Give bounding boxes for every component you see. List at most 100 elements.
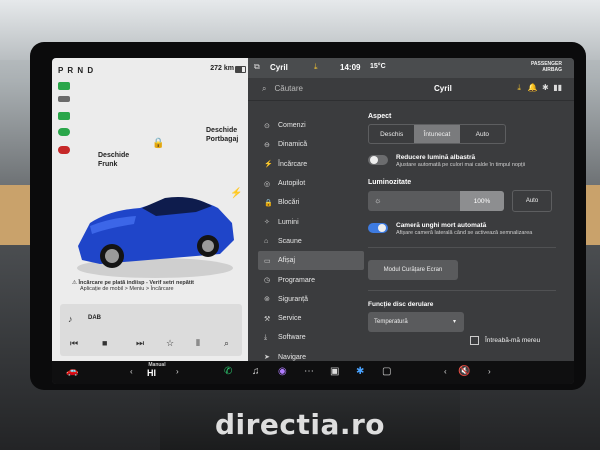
stop-icon[interactable]: ■: [102, 338, 107, 348]
volume-up-chevron-icon[interactable]: ›: [488, 367, 491, 376]
nav-item-7[interactable]: ▭ Afișaj: [258, 251, 364, 271]
always-ask-checkbox[interactable]: Întreabă-mă mereu: [470, 336, 540, 345]
nav-item-0[interactable]: ⊙ Comenzi: [258, 116, 364, 135]
scroll-wheel-value: Temperatură: [374, 319, 408, 325]
lock-icon: 🔒: [264, 199, 273, 207]
car-icon[interactable]: 🚗: [66, 366, 78, 377]
nav-item-1[interactable]: ⊖ Dinamică: [258, 135, 364, 154]
climate-temperature[interactable]: HI: [147, 368, 156, 378]
next-icon[interactable]: ⏭: [136, 338, 144, 349]
dashcam-icon[interactable]: ▣: [330, 366, 339, 377]
checkbox-box[interactable]: [470, 336, 479, 345]
music-note-icon: ♪: [68, 314, 73, 324]
headlight-icon: [58, 82, 70, 90]
brightness-value: 100%: [460, 191, 504, 211]
aspect-option-light[interactable]: Deschis: [369, 125, 414, 143]
lock-icon[interactable]: 🔒: [152, 138, 164, 149]
settings-topbar: ⌕ Căutare Cyril ⤓ 🔔 ✱ ▮▮: [248, 78, 574, 101]
display-icon: ▭: [264, 257, 271, 265]
previous-icon[interactable]: ⏮: [70, 338, 78, 349]
gear-indicator: P R N D: [58, 66, 95, 75]
toggle-icon: ⊙: [264, 122, 270, 130]
bluetooth-icon[interactable]: ✱: [542, 83, 549, 92]
nav-item-9[interactable]: ⊚ Siguranță: [258, 290, 364, 309]
nav-item-11[interactable]: ⤓ Software: [258, 328, 364, 347]
display-settings: Aspect Deschis Întunecat Auto Reducere l…: [368, 113, 558, 332]
mute-icon[interactable]: 🔇: [458, 366, 470, 377]
brightness-auto-button[interactable]: Auto: [512, 190, 552, 212]
window-icon: ⧉: [254, 62, 260, 71]
search-field[interactable]: ⌕ Căutare: [262, 84, 303, 94]
nav-item-6[interactable]: ⌂ Scaune: [258, 232, 364, 251]
car-panel: P R N D 272 km Deschide Frunk Deschide P…: [52, 58, 248, 361]
brightness-row: ☼ 100% Auto: [368, 190, 558, 212]
bluetooth-icon[interactable]: ✱: [356, 366, 364, 377]
search-icon: ⌕: [262, 84, 267, 93]
status-strip: ⧉ Cyril ⤓ 14:09 15°C PASSENGER AIRBAG: [248, 58, 574, 78]
volume-down-chevron-icon[interactable]: ‹: [444, 367, 447, 376]
temp-down-chevron-icon[interactable]: ‹: [130, 367, 133, 376]
nav-item-label: Autopilot: [278, 180, 306, 188]
brightness-heading: Luminozitate: [368, 179, 412, 186]
tire-pressure-icon: [58, 128, 70, 136]
fog-light-icon: [58, 96, 70, 102]
open-trunk-button[interactable]: Deschide Portbagaj: [206, 126, 246, 144]
nav-item-10[interactable]: ⚒ Service: [258, 309, 364, 328]
nav-item-label: Programare: [278, 276, 315, 284]
calendar-icon[interactable]: ▢: [382, 366, 391, 377]
search-placeholder: Căutare: [274, 84, 303, 93]
section-divider: [368, 290, 556, 291]
section-divider: [368, 247, 556, 248]
status-user[interactable]: Cyril: [270, 63, 288, 72]
aspect-option-auto[interactable]: Auto: [460, 125, 505, 143]
nav-item-label: Comenzi: [278, 122, 306, 130]
music-icon[interactable]: ♫: [252, 366, 260, 377]
blindspot-subtitle: Afișare cameră laterală când se activeaz…: [396, 230, 533, 236]
nav-item-label: Blocări: [278, 199, 300, 207]
nav-item-label: Lumini: [278, 218, 299, 226]
clock-icon: ◷: [264, 277, 271, 285]
equalizer-icon[interactable]: ⦀: [196, 338, 200, 349]
blue-light-row: Reducere lumină albastră Ajustare automa…: [368, 154, 558, 169]
always-ask-label: Întreabă-mă mereu: [485, 337, 541, 344]
profile-user[interactable]: Cyril: [434, 84, 452, 93]
brightness-slider[interactable]: ☼ 100%: [368, 191, 504, 211]
download-icon: ⤓: [314, 62, 318, 71]
nav-item-3[interactable]: ◎ Autopilot: [258, 174, 364, 193]
phone-icon[interactable]: ✆: [224, 366, 232, 377]
screen-clean-button[interactable]: Modul Curățare Ecran: [368, 260, 458, 280]
camera-icon[interactable]: ◉: [278, 366, 287, 377]
seatbelt-icon: [58, 146, 70, 154]
open-frunk-button[interactable]: Deschide Frunk: [98, 151, 138, 169]
search-icon[interactable]: ⌕: [224, 338, 229, 349]
apps-icon[interactable]: ⋯: [304, 366, 314, 377]
nav-item-label: Dinamică: [278, 141, 308, 149]
bulb-icon: ✧: [264, 219, 270, 227]
bolt-icon: ⚡: [264, 161, 273, 169]
blindspot-toggle[interactable]: [368, 223, 388, 233]
scroll-wheel-dropdown[interactable]: Temperatură ▾: [368, 312, 464, 332]
favorite-icon[interactable]: ☆: [166, 338, 174, 349]
nav-icon: ➤: [264, 354, 270, 362]
scroll-wheel-heading: Funcție disc derulare: [368, 301, 434, 308]
temp-up-chevron-icon[interactable]: ›: [176, 367, 179, 376]
nav-item-label: Încărcare: [278, 160, 308, 168]
nav-item-label: Service: [278, 315, 302, 323]
sun-icon: ☼: [374, 196, 382, 205]
nav-item-5[interactable]: ✧ Lumini: [258, 212, 364, 231]
clock: 14:09: [340, 63, 361, 72]
watermark: directia.ro: [214, 408, 386, 441]
charging-alert: ⚠ Încărcare pe plată indiisp - Verif set…: [72, 280, 242, 292]
shield-icon: ⊚: [264, 296, 270, 304]
download-icon[interactable]: ⤓: [517, 83, 521, 92]
nav-item-2[interactable]: ⚡ Încărcare: [258, 155, 364, 174]
blue-light-toggle[interactable]: [368, 155, 388, 165]
aspect-heading: Aspect: [368, 113, 392, 120]
bell-icon[interactable]: 🔔: [528, 83, 538, 92]
nav-item-4[interactable]: 🔒 Blocări: [258, 193, 364, 212]
aspect-option-dark[interactable]: Întunecat: [414, 125, 460, 143]
nav-item-8[interactable]: ◷ Programare: [258, 270, 364, 289]
download-icon: ⤓: [264, 333, 268, 341]
topbar-icons: ⤓ 🔔 ✱ ▮▮: [517, 83, 562, 93]
wheel-icon: ◎: [264, 180, 271, 188]
